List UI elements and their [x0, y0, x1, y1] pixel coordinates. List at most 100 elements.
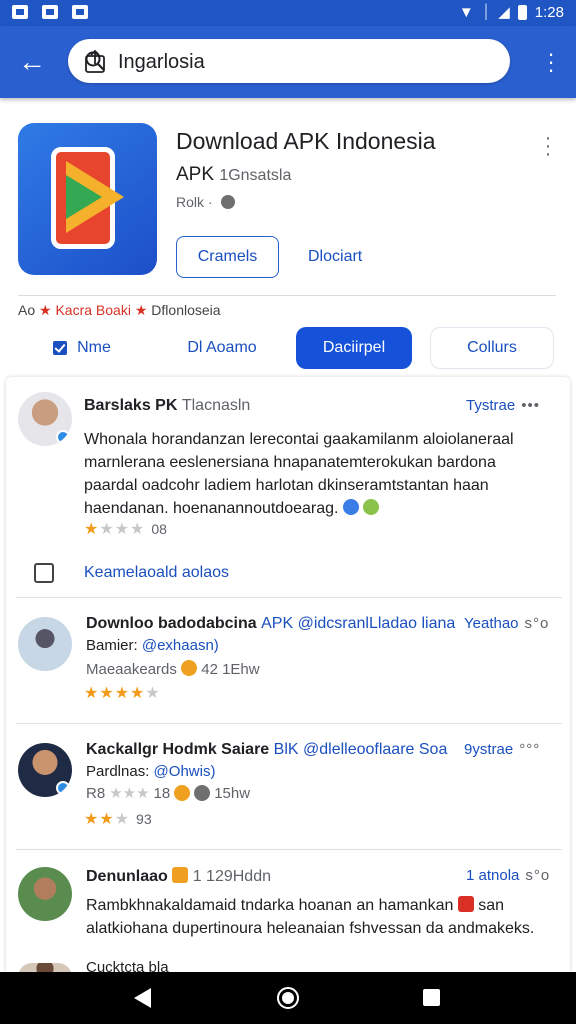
review-date: Tystrae: [466, 397, 516, 414]
review-author: Barslaks PK Tlacnasln: [84, 397, 250, 415]
star-rating: ★ ★ ★ ★ ★: [84, 683, 160, 703]
app-title: Download APK Indonesia: [176, 128, 436, 154]
review-date: Yeathao: [464, 615, 519, 632]
divider: [16, 597, 562, 598]
emoji-icon: [342, 499, 359, 515]
review-header-right: 1 atnola s°o: [466, 867, 550, 884]
review-sub: Bamier: @exhaasn): [86, 637, 219, 654]
star-icon: ★: [114, 685, 130, 702]
review-meta: R8 ★★★ 18 15hw: [86, 784, 250, 803]
verified-badge-icon: [56, 430, 70, 444]
review-meta-text: 42 1Ehw: [201, 661, 260, 678]
play-triangle-inner-graphic: [66, 175, 102, 219]
flag-icon: [457, 896, 474, 912]
tab-nme[interactable]: Nme: [18, 327, 146, 369]
tagline-suffix: Dflonloseia: [151, 302, 221, 318]
stars-inline-icon: ★★★: [109, 785, 150, 802]
divider: [16, 849, 562, 850]
review-author-link[interactable]: BlK @dlelleooflaare Soa: [274, 741, 448, 758]
bag-icon: [34, 563, 54, 583]
primary-action-button[interactable]: Cramels: [176, 236, 279, 278]
nav-recents-icon[interactable]: [423, 989, 440, 1006]
avatar[interactable]: [18, 392, 72, 446]
star-icon: ★: [84, 811, 99, 828]
star-icon: ★: [134, 302, 148, 318]
app-subtitle-extra: 1Gnsatsla: [219, 167, 292, 184]
review-author-link[interactable]: APK @idcsranlLladao liana: [261, 615, 455, 632]
app-more-icon[interactable]: · · ·: [543, 128, 553, 164]
avatar[interactable]: [18, 867, 72, 921]
star-icon: ★: [114, 811, 130, 828]
checkbox-icon: [53, 341, 68, 355]
review-author-extra: 1 129Hddn: [192, 868, 271, 885]
more-icon[interactable]: s°o: [525, 867, 550, 884]
emoji-icon: [174, 785, 191, 801]
secondary-action-button[interactable]: Dlociart: [308, 248, 362, 266]
star-icon: ★: [84, 685, 99, 702]
globe-icon: [194, 785, 211, 801]
app-meta: Rolk ·: [176, 194, 235, 210]
tab-dl-aoamo[interactable]: Dl Aoamo: [158, 327, 286, 369]
photo-notification-icon: [42, 5, 58, 19]
star-icon: ★: [99, 685, 114, 702]
more-dots-icon[interactable]: °°°: [519, 741, 540, 758]
review-body-text: Whonala horandanzan lerecontai gaakamila…: [84, 431, 514, 517]
notification-icons: [12, 5, 88, 19]
app-meta-text: Rolk ·: [176, 194, 213, 210]
share-icon[interactable]: [84, 50, 106, 74]
review-footer-link[interactable]: Keamelaoald aolaos: [84, 564, 229, 582]
star-icon: ★: [39, 302, 52, 318]
avatar[interactable]: [18, 743, 72, 797]
review-body: Rambkhnakaldamaid tndarka hoanan an hama…: [86, 894, 552, 940]
review-sub-link[interactable]: @Ohwis): [154, 763, 216, 780]
tab-label: Collurs: [467, 339, 517, 356]
review-sub-label: Bamier:: [86, 637, 138, 654]
review-author: Kackallgr Hodmk Saiare BlK @dlelleooflaa…: [86, 741, 447, 759]
review-date: 9ystrae: [464, 741, 514, 758]
emoji-icon: [363, 499, 380, 515]
review-header-right: Yeathao s°o: [464, 615, 549, 632]
review-author-name: Denunlaao: [86, 868, 168, 885]
back-arrow-icon[interactable]: ←: [16, 46, 48, 78]
reviews-card: Barslaks PK Tlacnasln Tystrae ••• Whonala…: [6, 377, 570, 977]
nav-home-icon[interactable]: [277, 987, 299, 1009]
image-notification-icon: [12, 5, 28, 19]
tagline-highlight: Kacra Boaki: [55, 302, 131, 318]
rating-count: 08: [151, 521, 167, 537]
app-subtitle: APK 1Gnsatsla: [176, 164, 291, 186]
star-icon: ★: [99, 521, 114, 538]
signal-icon: ◢: [498, 4, 510, 21]
badge-icon: [172, 867, 189, 883]
nav-back-icon[interactable]: [134, 988, 151, 1008]
globe-icon: [220, 195, 235, 209]
app-icon[interactable]: [18, 123, 157, 275]
more-dots-icon[interactable]: •••: [521, 397, 540, 414]
tab-collurs[interactable]: Collurs: [430, 327, 554, 369]
star-rating: ★ ★ ★ ★ 08: [84, 519, 167, 539]
tab-daciirpel[interactable]: Daciirpel: [296, 327, 412, 369]
star-icon: ★: [130, 521, 145, 538]
star-icon: ★: [130, 685, 145, 702]
emoji-icon: [181, 660, 198, 676]
review-header-right: 9ystrae °°°: [464, 741, 540, 758]
review-author-name: Kackallgr Hodmk Saiare: [86, 741, 270, 758]
more-options-icon[interactable]: · · ·: [546, 43, 556, 81]
search-bar[interactable]: [68, 39, 510, 83]
review-meta-count: 18: [153, 784, 171, 802]
avatar[interactable]: [18, 617, 72, 671]
search-input[interactable]: [116, 47, 450, 77]
system-icons: ▼ ⏐ ◢ 1:28: [458, 3, 564, 22]
review-author: Downloo badodabcina APK @idcsranlLladao …: [86, 615, 455, 633]
review-date: 1 atnola: [466, 867, 520, 884]
review-sub-label: Pardlnas:: [86, 763, 150, 780]
status-bar: ▼ ⏐ ◢ 1:28: [0, 0, 576, 26]
app-notification-icon: [72, 5, 88, 19]
review-meta-prefix: Maeaakeards: [86, 661, 177, 678]
review-sub: Pardlnas: @Ohwis): [86, 763, 215, 780]
wifi-icon: ▼: [458, 3, 474, 21]
more-icon[interactable]: s°o: [525, 615, 550, 632]
review-sub-link[interactable]: @exhaasn): [142, 637, 219, 654]
review-header-right: Tystrae •••: [466, 397, 540, 414]
review-author-name: Barslaks PK: [84, 397, 178, 414]
star-rating: ★ ★ ★ 93: [84, 809, 152, 829]
